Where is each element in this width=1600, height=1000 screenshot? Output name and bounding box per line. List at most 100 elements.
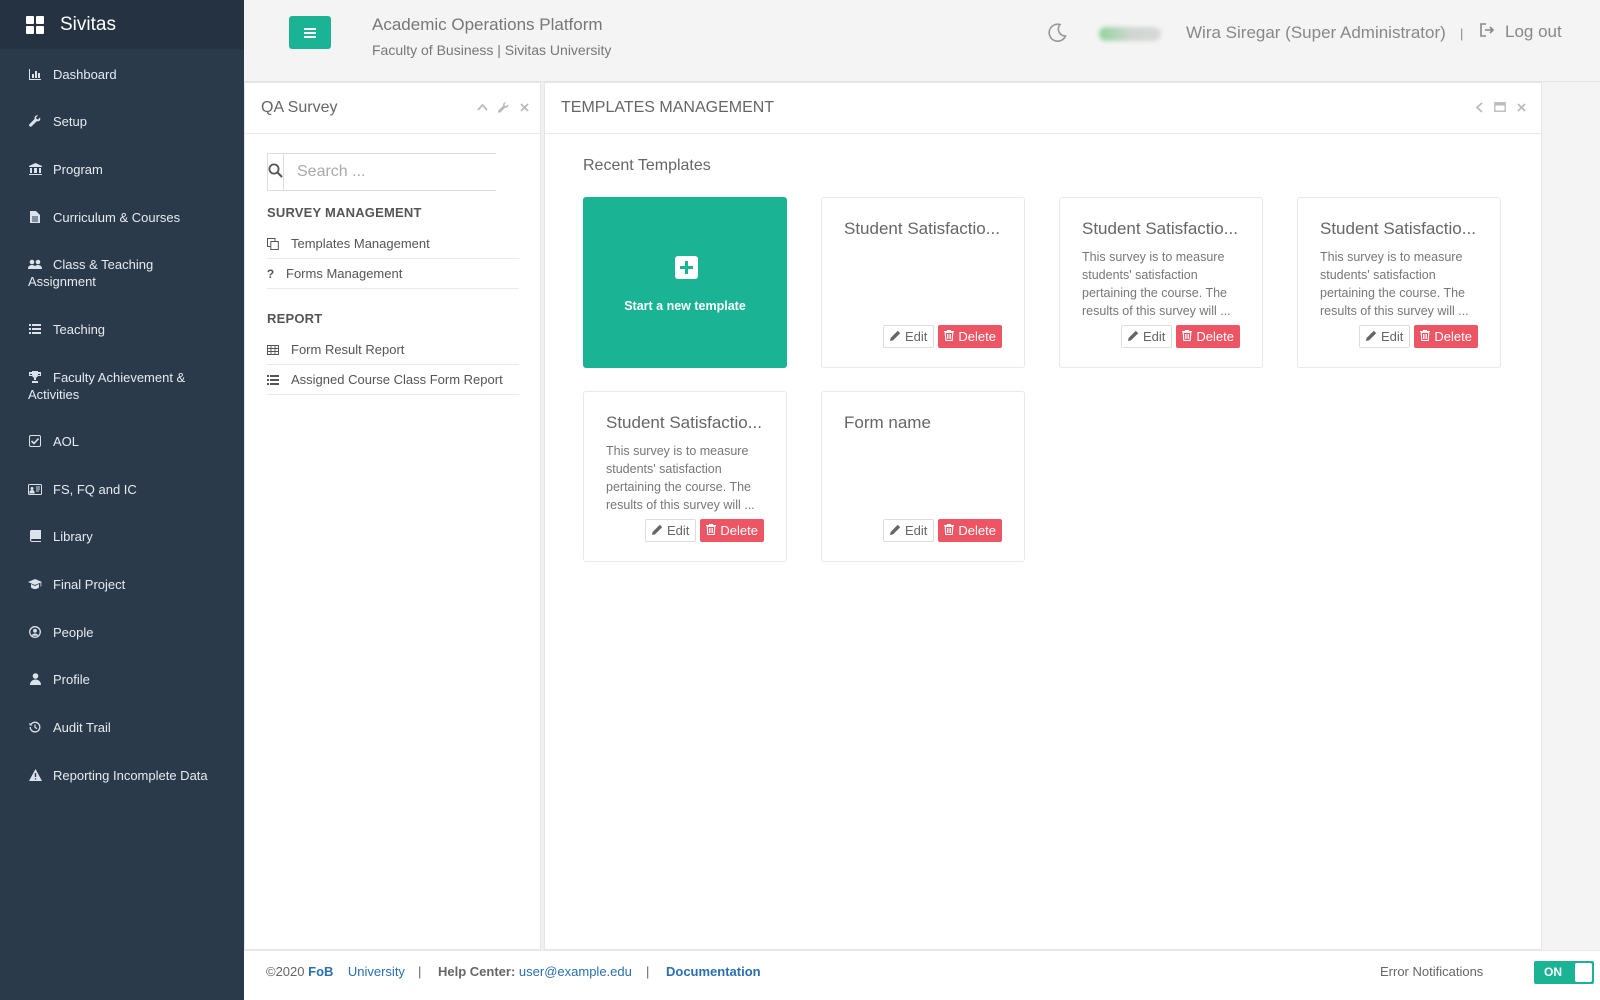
- id-card-icon: [28, 482, 42, 496]
- edit-button[interactable]: Edit: [645, 519, 697, 542]
- template-card[interactable]: Student Satisfactio... This survey is to…: [1297, 197, 1501, 368]
- panel-title: QA Survey: [261, 99, 338, 116]
- user-icon: [28, 672, 42, 686]
- recent-templates-heading: Recent Templates: [583, 157, 711, 174]
- close-icon[interactable]: [518, 101, 530, 113]
- copy-icon: [267, 237, 279, 250]
- template-actions: Edit Delete: [883, 325, 1002, 348]
- list-icon: [28, 322, 42, 336]
- help-email-link[interactable]: user@example.edu: [519, 964, 632, 979]
- new-template-card[interactable]: Start a new template: [583, 197, 787, 368]
- close-icon[interactable]: [1515, 101, 1527, 113]
- scrollbar-track[interactable]: [1542, 82, 1600, 950]
- panel-tools: [1473, 101, 1527, 113]
- warning-icon: [28, 768, 42, 782]
- template-card[interactable]: Student Satisfactio... This survey is to…: [1059, 197, 1263, 368]
- chevron-left-icon[interactable]: [1473, 101, 1485, 113]
- search-group: [267, 153, 504, 191]
- sidebar-item-fs-fq-ic[interactable]: FS, FQ and IC: [0, 481, 165, 498]
- check-square-icon: [28, 434, 42, 448]
- template-description: This survey is to measure students' sati…: [1320, 250, 1469, 318]
- template-title: Student Satisfactio...: [606, 413, 762, 432]
- template-card[interactable]: Student Satisfactio... This survey is to…: [583, 391, 787, 562]
- sidebar-item-program[interactable]: Program: [0, 161, 131, 178]
- sidebar-item-class-teaching[interactable]: Class & Teaching Assignment: [0, 256, 220, 290]
- user-name: Wira Siregar (Super Administrator): [1186, 23, 1446, 42]
- wrench-icon[interactable]: [497, 101, 509, 113]
- documentation-link[interactable]: Documentation: [666, 964, 761, 979]
- file-text-icon: [28, 210, 42, 224]
- sidebar-item-dashboard[interactable]: Dashboard: [0, 66, 145, 83]
- template-title: Form name: [844, 413, 931, 432]
- copyright: ©2020 FoB University: [266, 964, 405, 979]
- search-input[interactable]: [284, 154, 504, 190]
- menu-item-form-result-report[interactable]: Form Result Report: [267, 335, 519, 365]
- edit-button[interactable]: Edit: [883, 519, 935, 542]
- hamburger-icon: [304, 27, 316, 38]
- app-subtitle: Faculty of Business | Sivitas University: [372, 42, 612, 58]
- apps-grid-icon: [26, 15, 44, 34]
- table-icon: [267, 344, 279, 355]
- footer: ©2020 FoB University | Help Center: user…: [244, 950, 1600, 1000]
- template-actions: Edit Delete: [645, 519, 764, 542]
- edit-button[interactable]: Edit: [1359, 325, 1411, 348]
- wrench-icon: [28, 114, 42, 128]
- trash-icon: [706, 523, 717, 538]
- chevron-up-icon[interactable]: [476, 101, 488, 113]
- delete-button[interactable]: Delete: [700, 519, 764, 542]
- template-card[interactable]: Form name Edit Delete: [821, 391, 1025, 562]
- delete-button[interactable]: Delete: [1176, 325, 1240, 348]
- list-icon: [267, 374, 279, 385]
- sign-out-icon: [1480, 22, 1495, 42]
- delete-button[interactable]: Delete: [1414, 325, 1478, 348]
- delete-button[interactable]: Delete: [938, 519, 1002, 542]
- search-button[interactable]: [268, 154, 284, 190]
- sidebar-item-setup[interactable]: Setup: [0, 113, 115, 130]
- moon-icon[interactable]: [1046, 22, 1068, 44]
- sidebar-item-reporting-incomplete[interactable]: Reporting Incomplete Data: [0, 767, 236, 784]
- error-notifications-toggle[interactable]: ON: [1534, 961, 1594, 984]
- template-title: Student Satisfactio...: [1320, 219, 1476, 238]
- sidebar-item-library[interactable]: Library: [0, 528, 121, 545]
- sidebar-item-faculty-achievement[interactable]: Faculty Achievement & Activities: [0, 369, 220, 403]
- edit-button[interactable]: Edit: [883, 325, 935, 348]
- templates-management-panel: TEMPLATES MANAGEMENT Recent Templates St…: [544, 82, 1542, 950]
- sidebar-item-people[interactable]: People: [0, 624, 121, 641]
- template-actions: Edit Delete: [1359, 325, 1478, 348]
- search-icon: [268, 163, 283, 181]
- plus-square-icon: [675, 256, 698, 279]
- toggle-knob: [1575, 963, 1592, 982]
- pencil-icon: [890, 523, 901, 538]
- avatar[interactable]: [1099, 27, 1161, 41]
- menu-item-assigned-course-report[interactable]: Assigned Course Class Form Report: [267, 365, 519, 395]
- template-card[interactable]: Student Satisfactio... Edit Delete: [821, 197, 1025, 368]
- sidebar-item-audit-trail[interactable]: Audit Trail: [0, 719, 139, 736]
- templates-header: TEMPLATES MANAGEMENT: [545, 83, 1541, 134]
- sidebar-item-curriculum[interactable]: Curriculum & Courses: [0, 209, 208, 226]
- maximize-icon[interactable]: [1494, 101, 1506, 113]
- university-link[interactable]: University: [348, 964, 405, 979]
- template-description: This survey is to measure students' sati…: [606, 444, 755, 512]
- menu-item-forms-management[interactable]: ? Forms Management: [267, 259, 519, 289]
- panel-title: TEMPLATES MANAGEMENT: [561, 99, 775, 116]
- edit-button[interactable]: Edit: [1121, 325, 1173, 348]
- panel-tools: [476, 101, 530, 113]
- template-title: Student Satisfactio...: [844, 219, 1000, 238]
- menu-item-templates-management[interactable]: Templates Management: [267, 229, 519, 259]
- footer-separator: |: [418, 964, 422, 979]
- sidebar-item-profile[interactable]: Profile: [0, 671, 118, 688]
- sidebar-item-teaching[interactable]: Teaching: [0, 321, 133, 338]
- book-icon: [28, 529, 42, 543]
- fob-link[interactable]: FoB: [308, 964, 333, 979]
- brand[interactable]: Sivitas: [0, 0, 244, 49]
- template-title: Student Satisfactio...: [1082, 219, 1238, 238]
- sidebar-item-aol[interactable]: AOL: [0, 433, 107, 450]
- delete-button[interactable]: Delete: [938, 325, 1002, 348]
- sidebar-item-final-project[interactable]: Final Project: [0, 576, 153, 593]
- menu-toggle-button[interactable]: [289, 16, 331, 49]
- trash-icon: [944, 329, 955, 344]
- pencil-icon: [652, 523, 663, 538]
- question-icon: ?: [266, 266, 275, 281]
- logout-button[interactable]: Log out: [1480, 22, 1562, 42]
- trash-icon: [944, 523, 955, 538]
